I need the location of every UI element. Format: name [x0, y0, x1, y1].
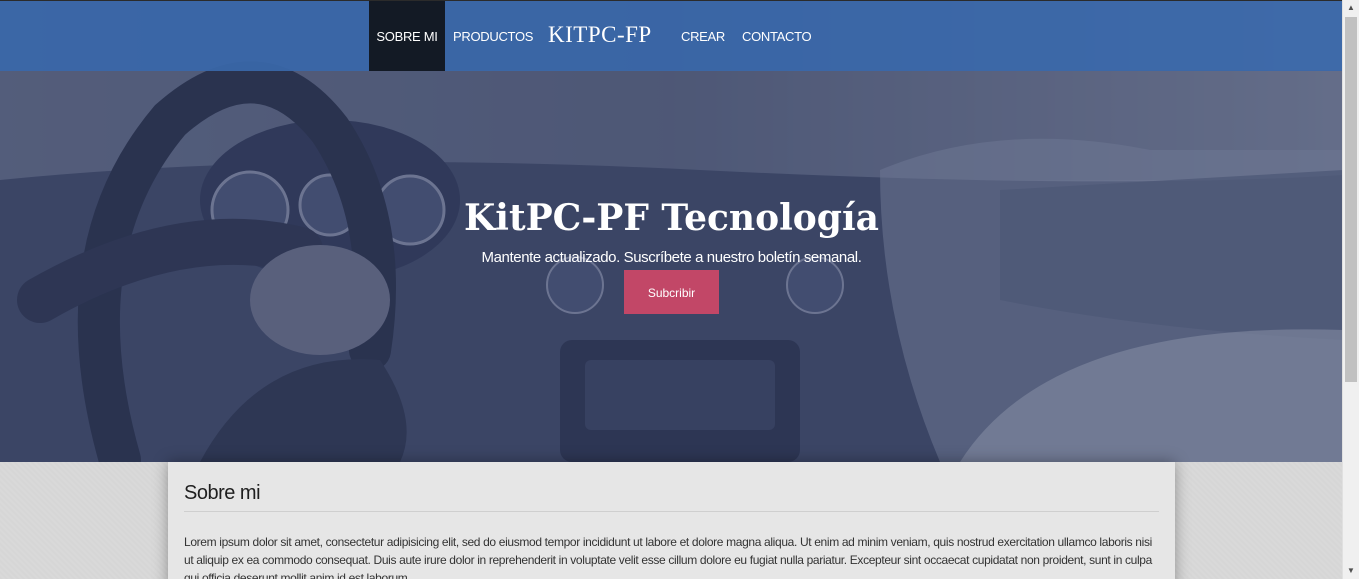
hero-subtitle: Mantente actualizado. Suscríbete a nuest… — [481, 249, 862, 266]
scroll-up-arrow-icon[interactable]: ▲ — [1343, 0, 1359, 16]
nav-item-contacto[interactable]: CONTACTO — [742, 1, 812, 71]
scrollbar-thumb[interactable] — [1345, 17, 1357, 382]
nav-item-sobre-mi[interactable]: SOBRE MI — [369, 1, 445, 71]
nav-item-productos[interactable]: PRODUCTOS — [453, 1, 533, 71]
about-divider — [184, 511, 1159, 512]
nav-brand-logo[interactable]: KITPC-FP — [548, 1, 660, 71]
page: SOBRE MI PRODUCTOS KITPC-FP CREAR CONTAC… — [0, 0, 1359, 579]
subscribe-button[interactable]: Subcribir — [624, 270, 719, 314]
about-title: Sobre mi — [184, 482, 261, 504]
navbar: SOBRE MI PRODUCTOS KITPC-FP CREAR CONTAC… — [0, 0, 1343, 71]
about-card: Sobre mi Lorem ipsum dolor sit amet, con… — [168, 462, 1175, 579]
vertical-scrollbar[interactable]: ▲ ▼ — [1342, 0, 1359, 579]
about-text: Lorem ipsum dolor sit amet, consectetur … — [184, 535, 1152, 579]
scroll-down-arrow-icon[interactable]: ▼ — [1343, 563, 1359, 579]
nav-item-crear[interactable]: CREAR — [680, 1, 726, 71]
hero-section: SOBRE MI PRODUCTOS KITPC-FP CREAR CONTAC… — [0, 0, 1343, 462]
hero-title: KitPC-PF Tecnología — [464, 197, 879, 239]
